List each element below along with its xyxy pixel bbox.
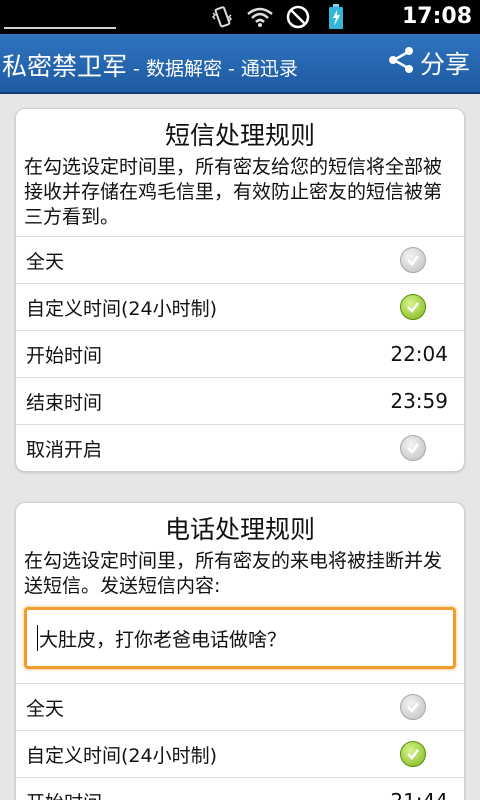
share-label: 分享 <box>419 50 470 79</box>
status-time: 17:08 <box>401 4 472 29</box>
start-time-value: 21:44 <box>390 789 448 800</box>
sms-rules-card: 短信处理规则 在勾选设定时间里，所有密友给您的短信将全部被接收并存储在鸡毛信里，… <box>15 108 465 472</box>
action-bar: 私密禁卫军 - 数据解密 - 通迅录 分享 <box>0 34 480 94</box>
call-row-start-time[interactable]: 开始时间 21:44 <box>16 777 464 800</box>
call-rules-card: 电话处理规则 在勾选设定时间里，所有密友的来电将被挂断并发送短信。发送短信内容:… <box>15 502 465 800</box>
sms-row-end-time[interactable]: 结束时间 23:59 <box>16 377 464 424</box>
checkbox-unchecked-icon[interactable] <box>400 247 426 273</box>
no-sim-icon <box>284 3 312 31</box>
notification-indicator <box>4 27 116 29</box>
checkbox-checked-icon[interactable] <box>400 294 426 320</box>
sms-row-custom-time[interactable]: 自定义时间(24小时制) <box>16 283 464 330</box>
call-rules-description: 在勾选设定时间里，所有密友的来电将被挂断并发送短信。发送短信内容: <box>24 550 443 597</box>
row-label: 取消开启 <box>26 438 103 461</box>
end-time-value: 23:59 <box>390 389 448 413</box>
sms-content-text: 大肚皮，打你老爸电话做啥？ <box>39 628 287 651</box>
start-time-value: 22:04 <box>390 342 448 366</box>
share-icon <box>386 45 416 81</box>
sms-row-all-day[interactable]: 全天 <box>16 236 464 283</box>
page-title: 私密禁卫军 - 数据解密 - 通迅录 <box>2 47 298 83</box>
sms-row-disable[interactable]: 取消开启 <box>16 424 464 471</box>
sms-content-input[interactable]: 大肚皮，打你老爸电话做啥？ <box>24 607 456 669</box>
share-button[interactable]: 分享 <box>386 45 470 81</box>
row-label: 自定义时间(24小时制) <box>26 744 218 767</box>
sms-row-start-time[interactable]: 开始时间 22:04 <box>16 330 464 377</box>
checkbox-checked-icon[interactable] <box>400 741 426 767</box>
checkbox-unchecked-icon[interactable] <box>400 694 426 720</box>
battery-charging-icon <box>322 3 350 31</box>
vibrate-icon <box>208 3 236 31</box>
call-row-all-day[interactable]: 全天 <box>16 683 464 730</box>
status-bar: 17:08 <box>0 0 480 34</box>
call-rules-title: 电话处理规则 <box>164 515 315 544</box>
status-icons <box>208 3 350 31</box>
wifi-icon <box>246 3 274 31</box>
row-label: 全天 <box>26 250 65 273</box>
call-row-custom-time[interactable]: 自定义时间(24小时制) <box>16 730 464 777</box>
row-label: 全天 <box>26 697 65 720</box>
app-title: 私密禁卫军 <box>2 52 128 81</box>
row-label: 自定义时间(24小时制) <box>26 297 218 320</box>
breadcrumb: - 数据解密 - 通迅录 <box>127 58 298 80</box>
checkbox-unchecked-icon[interactable] <box>400 435 426 461</box>
text-cursor <box>37 625 38 651</box>
sms-rules-description: 在勾选设定时间里，所有密友给您的短信将全部被接收并存储在鸡毛信里，有效防止密友的… <box>24 156 443 228</box>
content-scroll[interactable]: 短信处理规则 在勾选设定时间里，所有密友给您的短信将全部被接收并存储在鸡毛信里，… <box>0 94 480 800</box>
sms-rules-title: 短信处理规则 <box>164 121 315 150</box>
